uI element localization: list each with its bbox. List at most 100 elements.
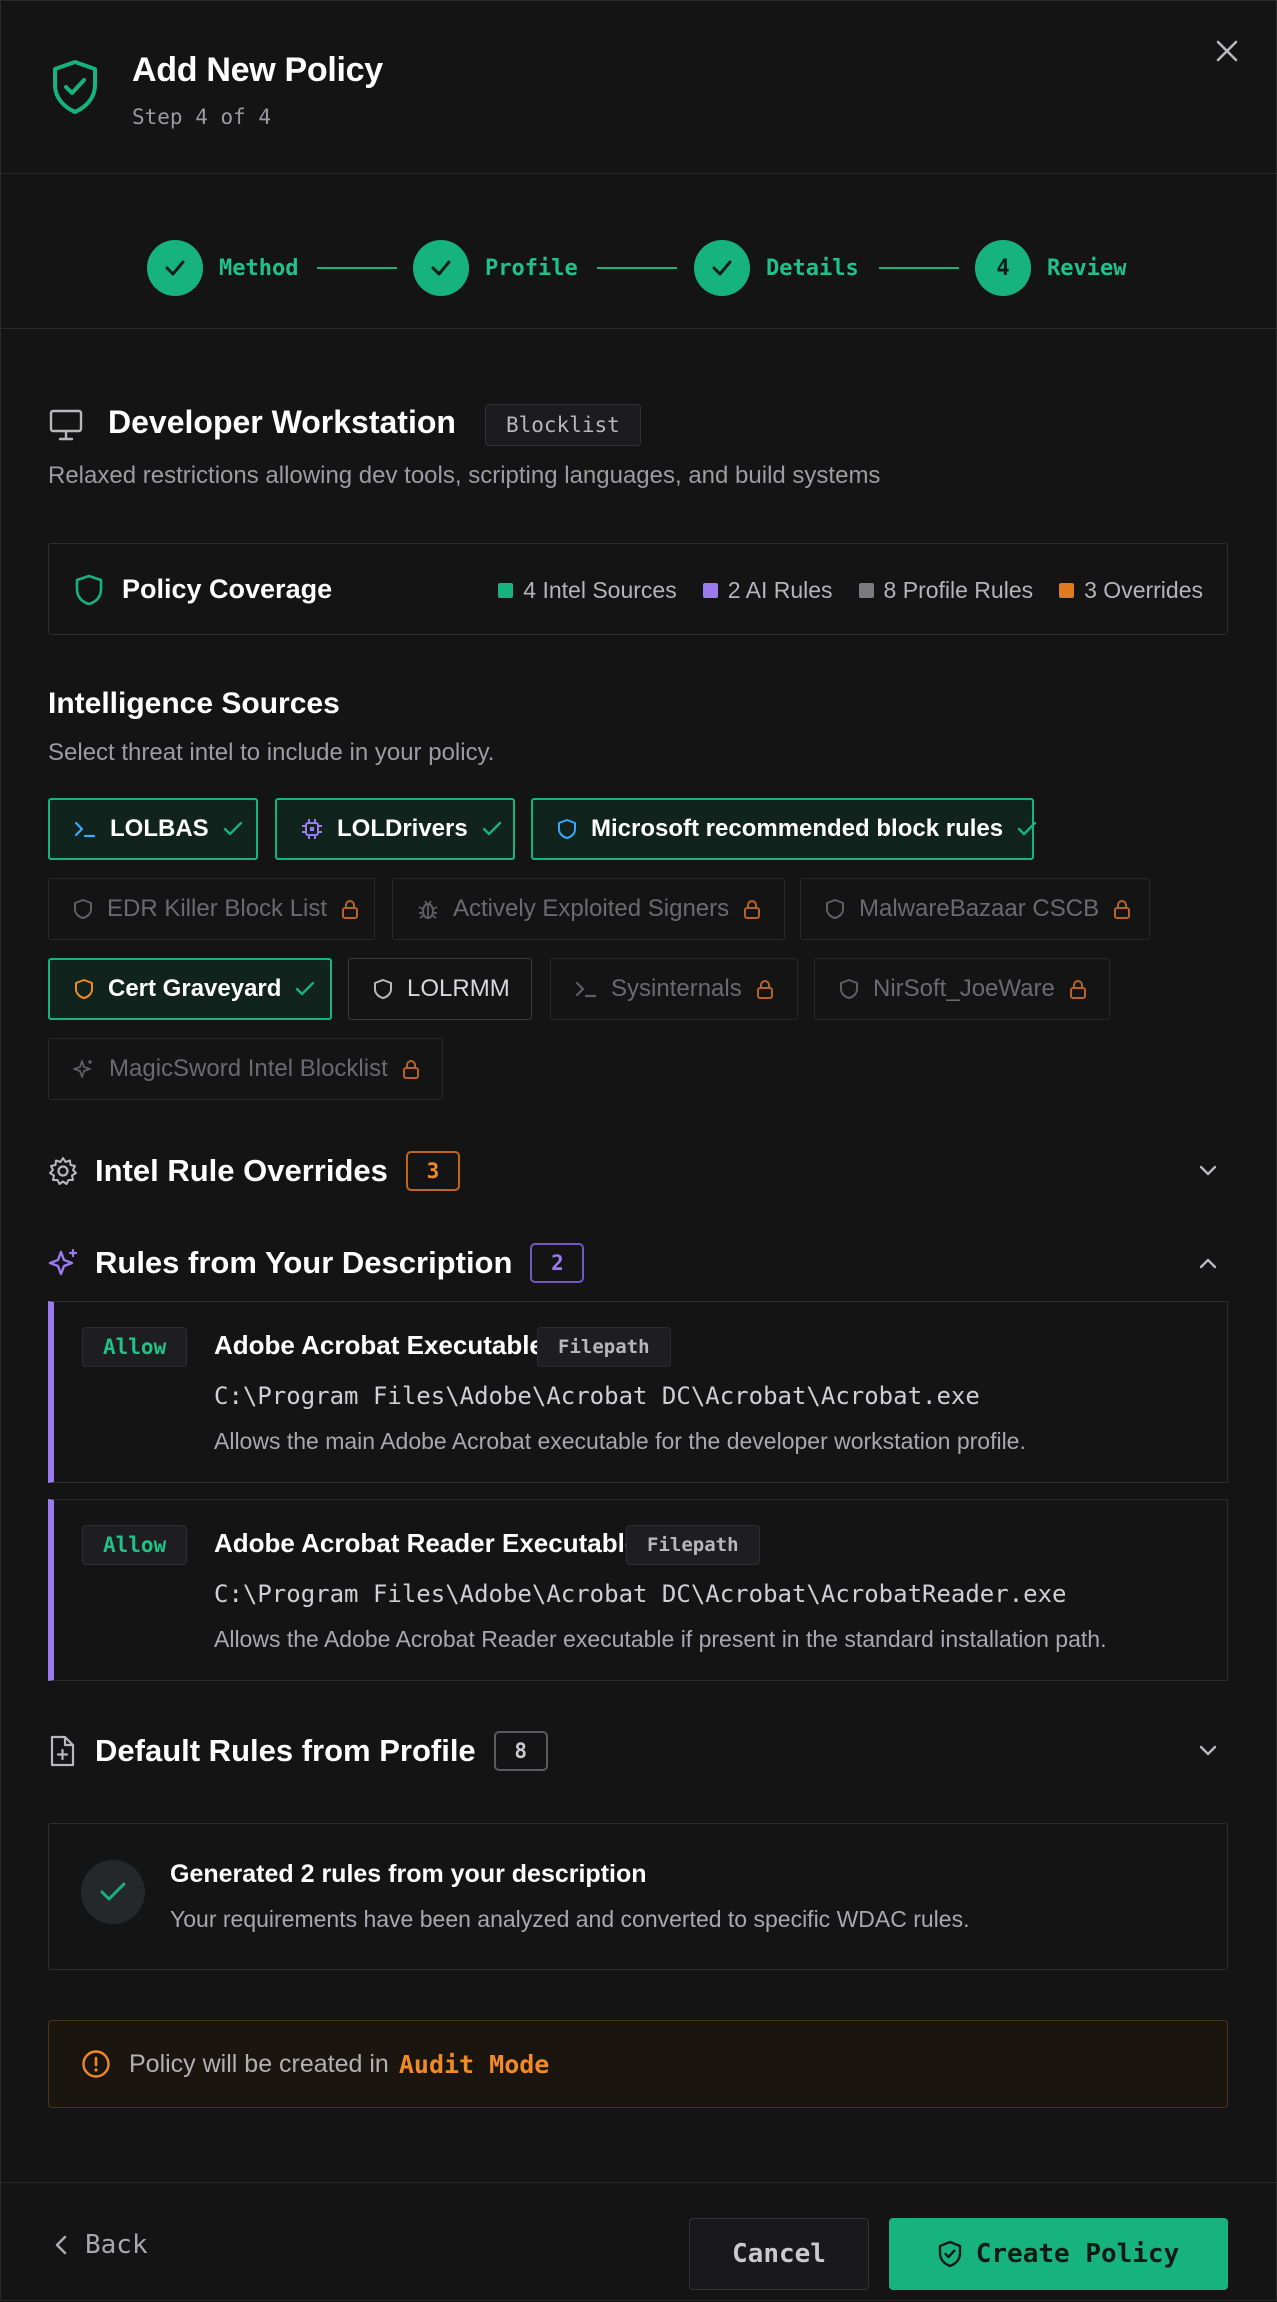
stepper: Method Profile Details 4 Review bbox=[1, 175, 1276, 329]
back-label: Back bbox=[85, 2230, 148, 2260]
terminal-icon bbox=[575, 979, 597, 999]
profile-rules-section-toggle[interactable]: Default Rules from Profile 8 bbox=[48, 1729, 1228, 1773]
rule-name: Adobe Acrobat Reader Executable bbox=[214, 1528, 640, 1558]
rule-action-badge: Allow bbox=[82, 1327, 188, 1367]
check-icon bbox=[81, 1860, 145, 1924]
profile-description: Relaxed restrictions allowing dev tools,… bbox=[48, 462, 881, 489]
modal-footer: Back Cancel Create Policy bbox=[1, 2182, 1276, 2302]
source-chip-cert-graveyard[interactable]: Cert Graveyard bbox=[48, 958, 332, 1020]
check-icon bbox=[1017, 820, 1037, 838]
info-icon bbox=[81, 2049, 111, 2079]
shield-icon bbox=[73, 898, 93, 920]
rule-name: Adobe Acrobat Executable bbox=[214, 1330, 544, 1360]
source-chip-nirsoft[interactable]: NirSoft_JoeWare bbox=[814, 958, 1110, 1020]
source-chip-magicsword[interactable]: MagicSword Intel Blocklist bbox=[48, 1038, 443, 1100]
shield-icon bbox=[557, 818, 577, 840]
audit-mode-notice: Policy will be created in Audit Mode bbox=[48, 2020, 1228, 2108]
source-chip-lolrmm[interactable]: LOLRMM bbox=[348, 958, 532, 1020]
gear-icon bbox=[48, 1156, 78, 1186]
bug-icon bbox=[417, 898, 439, 920]
step-connector bbox=[879, 267, 959, 269]
shield-icon bbox=[839, 978, 859, 1000]
rule-description: Allows the Adobe Acrobat Reader executab… bbox=[214, 1626, 1107, 1652]
shield-icon bbox=[75, 574, 103, 606]
source-chip-malwarebazaar[interactable]: MalwareBazaar CSCB bbox=[800, 878, 1150, 940]
shield-icon bbox=[825, 898, 845, 920]
source-chip-lolbas[interactable]: LOLBAS bbox=[48, 798, 258, 860]
create-policy-label: Create Policy bbox=[975, 2239, 1180, 2269]
profile-name: Developer Workstation bbox=[108, 404, 456, 440]
close-icon[interactable] bbox=[1211, 35, 1243, 67]
source-chip-loldrivers[interactable]: LOLDrivers bbox=[275, 798, 515, 860]
back-button[interactable]: Back bbox=[53, 2230, 148, 2260]
create-policy-button[interactable]: Create Policy bbox=[889, 2218, 1228, 2290]
coverage-title: Policy Coverage bbox=[122, 574, 333, 604]
ai-rules-section-toggle[interactable]: Rules from Your Description 2 bbox=[48, 1241, 1228, 1285]
file-plus-icon bbox=[48, 1735, 78, 1767]
profile-rules-title: Default Rules from Profile bbox=[95, 1733, 476, 1768]
generated-notice: Generated 2 rules from your description … bbox=[48, 1823, 1228, 1970]
chevron-down-icon bbox=[1196, 1159, 1220, 1183]
modal-header: Add New Policy Step 4 of 4 bbox=[1, 1, 1276, 174]
source-chip-edr-killer[interactable]: EDR Killer Block List bbox=[48, 878, 375, 940]
generated-description: Your requirements have been analyzed and… bbox=[170, 1906, 970, 1932]
step-connector bbox=[597, 267, 677, 269]
profile-rules-count-badge: 8 bbox=[493, 1731, 548, 1771]
source-chip-exploited-signers[interactable]: Actively Exploited Signers bbox=[392, 878, 785, 940]
chevron-down-icon bbox=[1196, 1739, 1220, 1763]
check-icon bbox=[147, 240, 203, 296]
ai-rules-title: Rules from Your Description bbox=[95, 1245, 513, 1280]
sources-subtitle: Select threat intel to include in your p… bbox=[48, 739, 495, 766]
shield-icon bbox=[373, 978, 393, 1000]
step-method[interactable]: Method bbox=[147, 240, 298, 296]
step-details[interactable]: Details bbox=[694, 240, 859, 296]
check-icon bbox=[223, 820, 243, 838]
rule-path: C:\Program Files\Adobe\Acrobat DC\Acroba… bbox=[214, 1382, 980, 1410]
add-policy-modal: Add New Policy Step 4 of 4 Method Profil… bbox=[0, 0, 1277, 2301]
legend-overrides: 3 Overrides bbox=[1059, 577, 1203, 604]
cancel-button[interactable]: Cancel bbox=[689, 2218, 869, 2290]
step-number: 4 bbox=[975, 240, 1031, 296]
check-icon bbox=[482, 820, 502, 838]
audit-mode-label: Audit Mode bbox=[398, 2049, 550, 2079]
shield-icon bbox=[74, 978, 94, 1000]
ai-rules-count-badge: 2 bbox=[530, 1243, 585, 1283]
rule-path: C:\Program Files\Adobe\Acrobat DC\Acroba… bbox=[214, 1580, 1067, 1608]
check-icon bbox=[295, 980, 315, 998]
lock-icon bbox=[341, 899, 359, 919]
rule-description: Allows the main Adobe Acrobat executable… bbox=[214, 1428, 1026, 1454]
chevron-up-icon bbox=[1196, 1251, 1220, 1275]
source-chip-sysinternals[interactable]: Sysinternals bbox=[550, 958, 798, 1020]
chip-icon bbox=[301, 818, 323, 840]
rule-action-badge: Allow bbox=[82, 1525, 188, 1565]
source-chip-microsoft-block-rules[interactable]: Microsoft recommended block rules bbox=[531, 798, 1037, 860]
sources-title: Intelligence Sources bbox=[48, 687, 340, 720]
overrides-count-badge: 3 bbox=[405, 1151, 460, 1191]
monitor-icon bbox=[49, 409, 83, 441]
rule-type-badge: Filepath bbox=[537, 1327, 671, 1367]
step-label: Method bbox=[219, 255, 299, 281]
step-connector bbox=[317, 267, 397, 269]
audit-text: Policy will be created in bbox=[129, 2049, 389, 2078]
legend-ai-rules: 2 AI Rules bbox=[702, 577, 833, 604]
shield-check-icon bbox=[938, 2240, 961, 2268]
shield-check-icon bbox=[51, 59, 99, 115]
lock-icon bbox=[1113, 899, 1131, 919]
profile-type-badge: Blocklist bbox=[485, 404, 641, 446]
modal-title: Add New Policy bbox=[132, 51, 383, 89]
check-icon bbox=[694, 240, 750, 296]
sparkle-icon bbox=[73, 1058, 95, 1080]
lock-icon bbox=[743, 899, 761, 919]
check-icon bbox=[413, 240, 469, 296]
overrides-title: Intel Rule Overrides bbox=[95, 1153, 388, 1188]
step-label: Profile bbox=[485, 255, 578, 281]
step-profile[interactable]: Profile bbox=[413, 240, 578, 296]
sparkle-icon bbox=[48, 1247, 78, 1279]
overrides-section-toggle[interactable]: Intel Rule Overrides 3 bbox=[48, 1149, 1228, 1193]
coverage-legend: 4 Intel Sources 2 AI Rules 8 Profile Rul… bbox=[498, 544, 1203, 636]
policy-coverage: Policy Coverage 4 Intel Sources 2 AI Rul… bbox=[48, 543, 1228, 635]
ai-rule-card: Allow Adobe Acrobat Executable Filepath … bbox=[48, 1301, 1228, 1483]
step-label: Review bbox=[1047, 255, 1127, 281]
step-review[interactable]: 4 Review bbox=[975, 240, 1126, 296]
rule-type-badge: Filepath bbox=[626, 1525, 760, 1565]
